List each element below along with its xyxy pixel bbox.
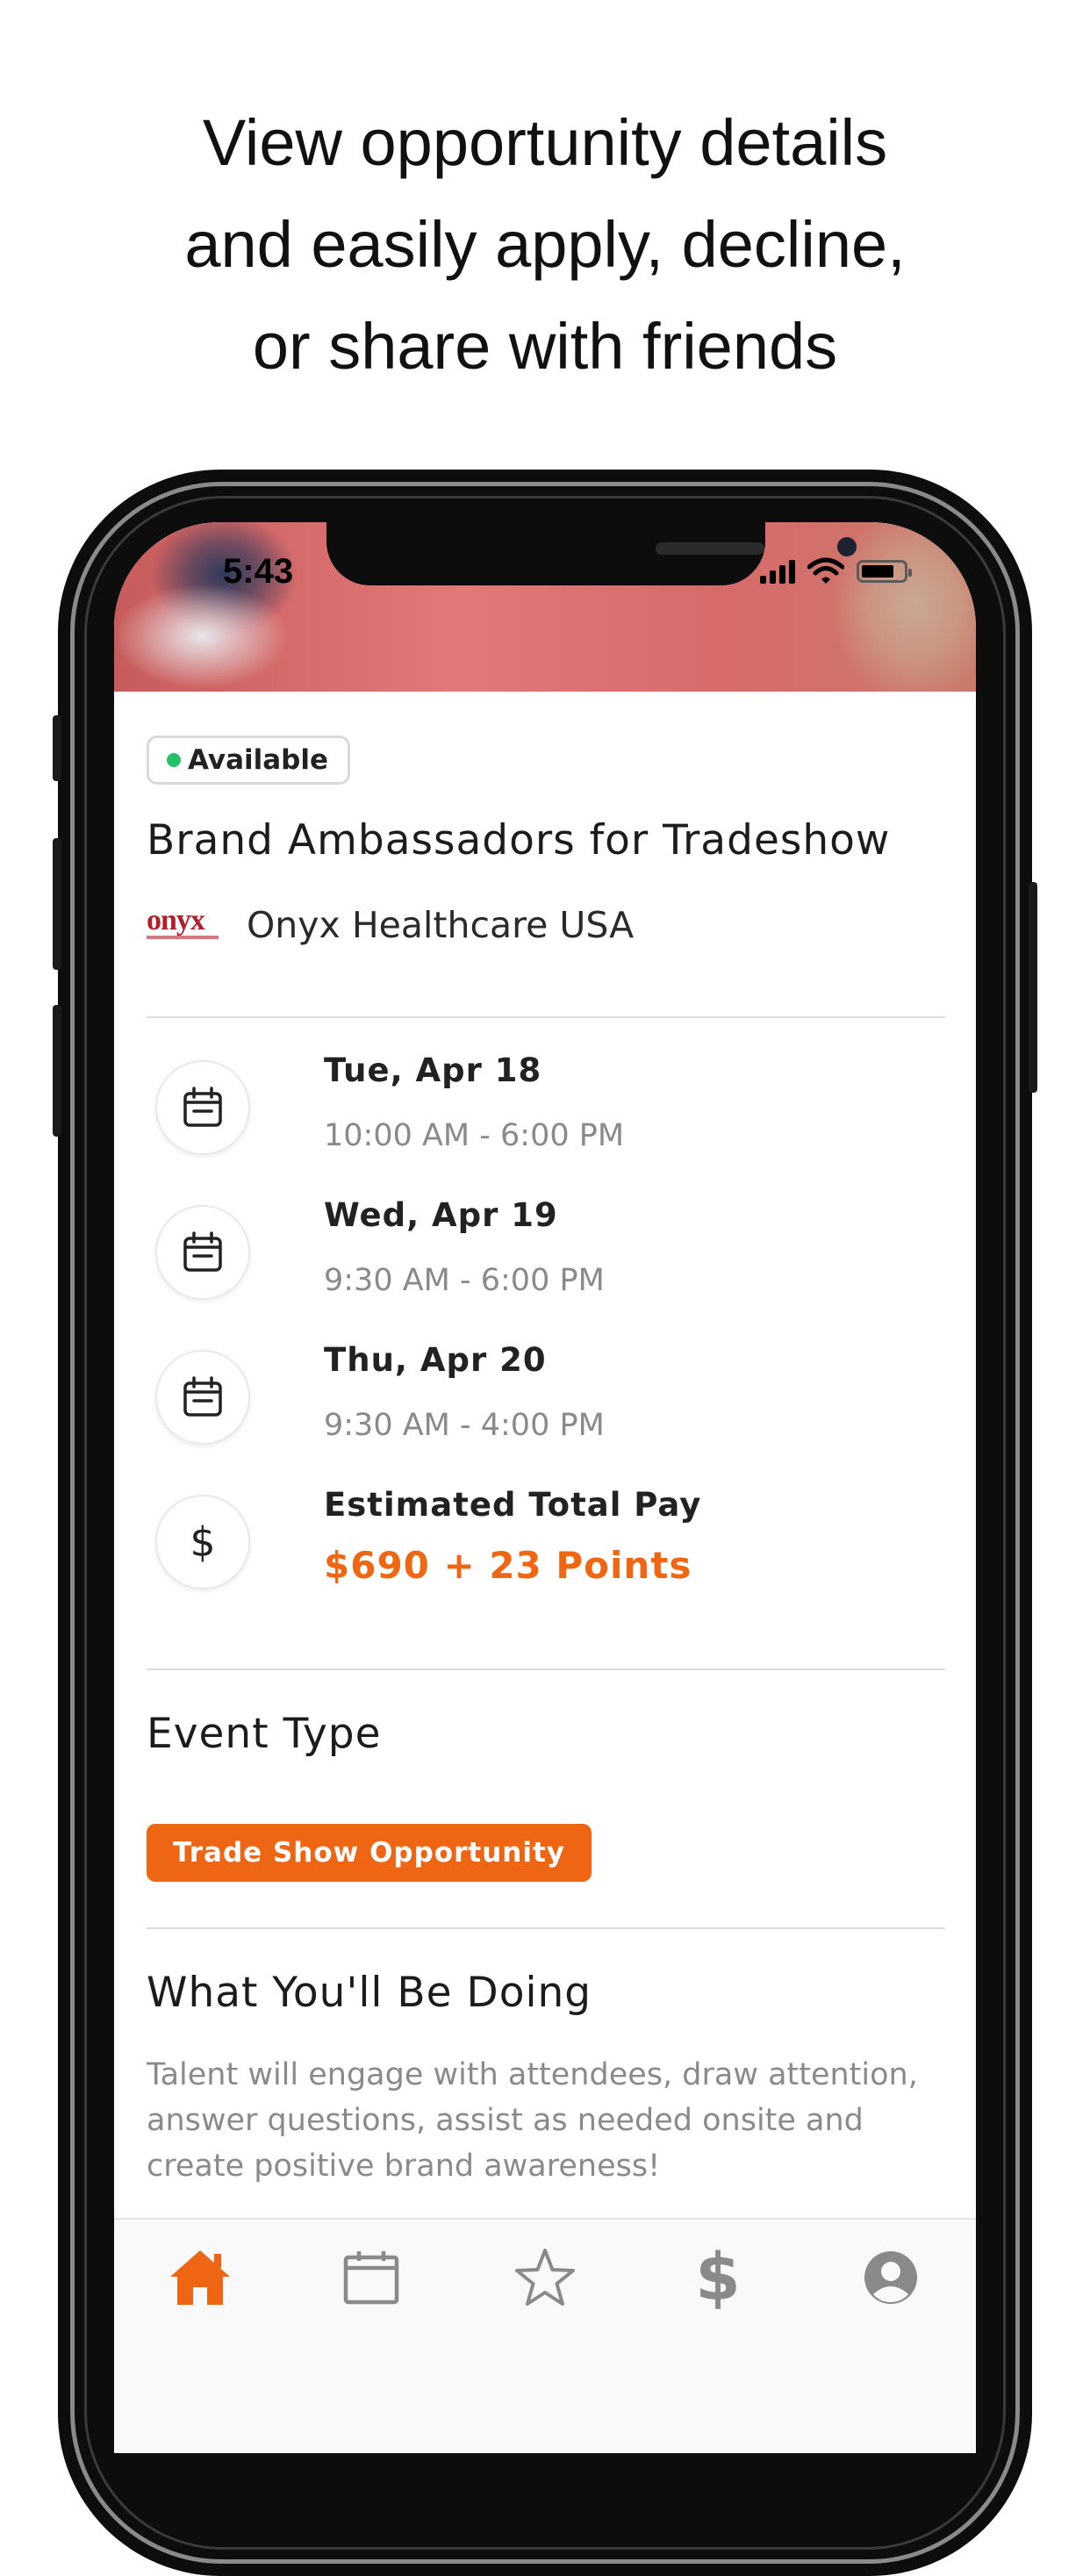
doing-heading: What You'll Be Doing	[147, 1969, 592, 2017]
company-logo-text: onyx	[147, 904, 205, 936]
divider	[147, 1668, 945, 1670]
schedule-hours: 9:30 AM - 6:00 PM	[324, 1263, 605, 1298]
company-logo: onyx	[147, 904, 219, 943]
event-type-heading: Event Type	[147, 1710, 382, 1758]
phone-screen: 5:43 Available Brand Ambassadors for Tra…	[114, 522, 976, 2453]
tab-earnings[interactable]: $	[683, 2240, 753, 2315]
volume-down-button	[53, 1005, 61, 1137]
battery-icon	[857, 560, 912, 583]
tab-home[interactable]	[165, 2242, 235, 2313]
company-name: Onyx Healthcare USA	[247, 904, 635, 946]
volume-up-button	[53, 838, 61, 970]
event-type-tag-label: Trade Show Opportunity	[173, 1837, 566, 1869]
tab-favorites[interactable]	[510, 2242, 580, 2313]
status-badge-label: Available	[188, 744, 329, 776]
schedule-row: Tue, Apr 18 10:00 AM - 6:00 PM	[147, 1043, 945, 1166]
event-type-tag: Trade Show Opportunity	[147, 1824, 592, 1882]
silent-switch	[53, 715, 61, 781]
company-row[interactable]: onyx Onyx Healthcare USA	[147, 904, 634, 946]
cellular-signal-icon	[760, 559, 795, 584]
schedule-hours: 9:30 AM - 4:00 PM	[324, 1408, 605, 1443]
tab-bar: $	[114, 2218, 976, 2453]
schedule-day: Thu, Apr 20	[324, 1341, 547, 1379]
home-icon	[170, 2250, 230, 2305]
status-icons	[760, 557, 912, 585]
schedule-hours: 10:00 AM - 6:00 PM	[324, 1118, 625, 1153]
available-dot-icon	[167, 753, 181, 767]
speaker	[656, 542, 764, 555]
wifi-icon	[807, 557, 844, 584]
opportunity-title: Brand Ambassadors for Tradeshow	[147, 816, 891, 865]
tab-calendar[interactable]	[336, 2242, 406, 2313]
headline-line-1: View opportunity details	[202, 106, 888, 179]
profile-icon	[864, 2251, 917, 2304]
star-icon	[515, 2249, 575, 2306]
doing-description: Talent will engage with attendees, draw …	[147, 2057, 918, 2184]
status-time: 5:43	[223, 552, 294, 591]
dollar-icon: $	[155, 1495, 250, 1589]
notch	[326, 522, 857, 585]
front-camera	[837, 537, 857, 556]
divider	[147, 1927, 945, 1929]
schedule-day: Tue, Apr 18	[324, 1051, 542, 1089]
pay-label: Estimated Total Pay	[324, 1486, 702, 1524]
tab-profile[interactable]	[856, 2242, 926, 2313]
schedule-day: Wed, Apr 19	[324, 1196, 558, 1234]
calendar-icon	[343, 2251, 399, 2305]
schedule-row: Thu, Apr 20 9:30 AM - 4:00 PM	[147, 1332, 945, 1455]
dollar-icon: $	[695, 2240, 741, 2315]
headline: View opportunity details and easily appl…	[0, 92, 1090, 398]
power-button	[1029, 882, 1037, 1093]
status-badge: Available	[147, 735, 351, 785]
calendar-icon	[155, 1060, 250, 1155]
divider	[147, 1016, 945, 1018]
headline-line-3: or share with friends	[252, 310, 838, 383]
headline-line-2: and easily apply, decline,	[184, 208, 906, 281]
pay-row: $ Estimated Total Pay $690 + 23 Points	[147, 1477, 945, 1600]
pay-value: $690 + 23 Points	[324, 1544, 692, 1587]
schedule-row: Wed, Apr 19 9:30 AM - 6:00 PM	[147, 1188, 945, 1310]
calendar-icon	[155, 1350, 250, 1445]
calendar-icon	[155, 1205, 250, 1300]
